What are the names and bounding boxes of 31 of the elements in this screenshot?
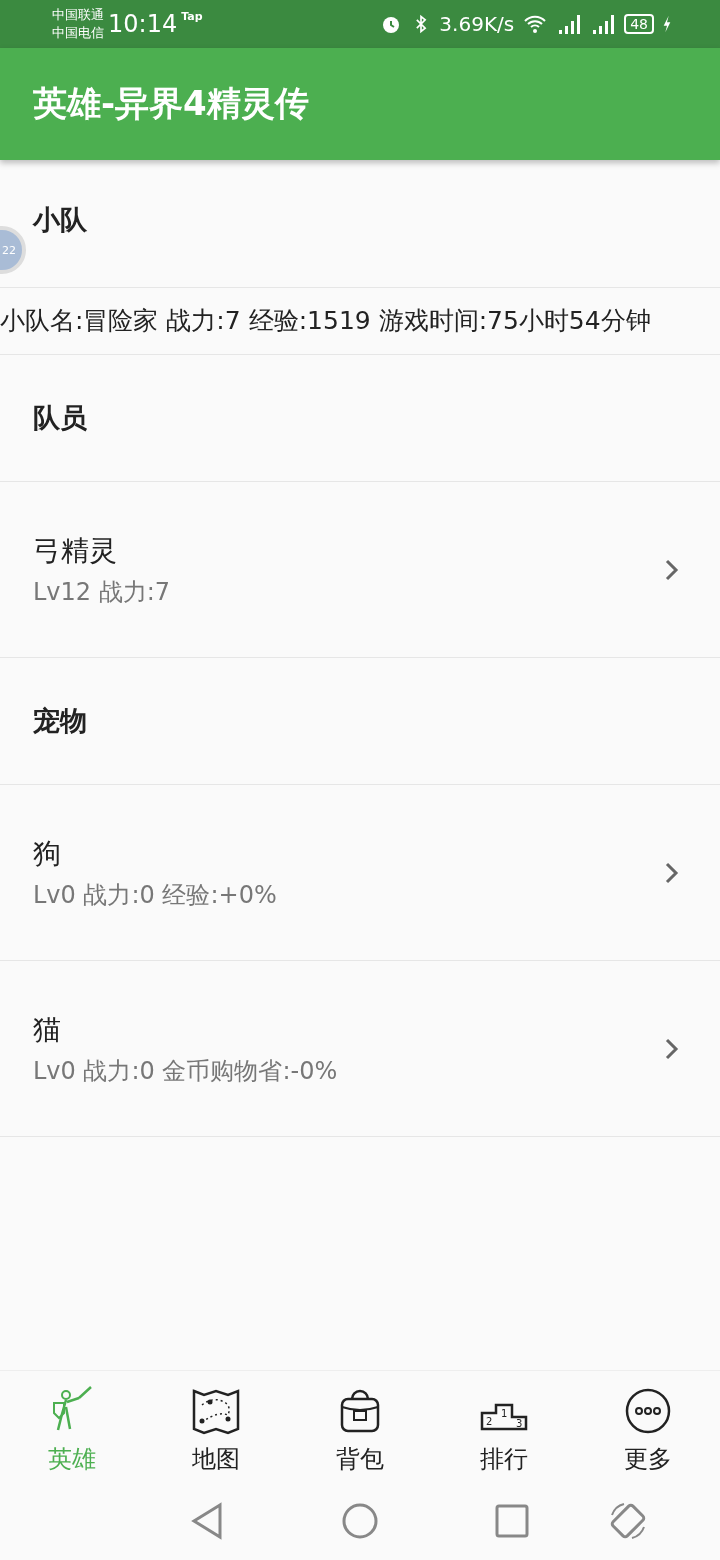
- nav-tab[interactable]: 2 1 3 排行: [432, 1371, 576, 1483]
- team-info: 小队名:冒险家 战力:7 经验:1519 游戏时间:75小时54分钟: [0, 305, 652, 337]
- clock-time: 10:14: [108, 10, 178, 38]
- nav-tab[interactable]: 背包: [288, 1371, 432, 1483]
- item-name: 弓精灵: [33, 532, 118, 569]
- nav-tab[interactable]: 更多: [576, 1371, 720, 1483]
- chevron-right-icon: [664, 860, 680, 885]
- rotate-icon[interactable]: [608, 1501, 648, 1541]
- signal-icon: [590, 12, 617, 36]
- item-detail: Lv0 战力:0 金币购物省:-0%: [33, 1055, 338, 1087]
- carrier-name: 中国联通: [52, 6, 104, 24]
- section-heading: 宠物: [33, 704, 87, 738]
- section-heading: 队员: [33, 401, 87, 435]
- list-item[interactable]: 狗 Lv0 战力:0 经验:+0%: [0, 785, 720, 961]
- battery-level: 48: [624, 14, 654, 34]
- section-heading: 小队: [33, 203, 87, 237]
- chevron-right-icon: [664, 1036, 680, 1061]
- carrier-name: 中国电信: [52, 24, 104, 42]
- list-item[interactable]: 弓精灵 Lv12 战力:7: [0, 482, 720, 658]
- network-speed: 3.69K/s: [439, 12, 515, 36]
- item-detail: Lv0 战力:0 经验:+0%: [33, 879, 277, 911]
- item-detail: Lv12 战力:7: [33, 576, 171, 608]
- signal-icon: [556, 12, 583, 36]
- nav-tab[interactable]: 地图: [144, 1371, 288, 1483]
- item-name: 猫: [33, 1011, 62, 1048]
- status-tag: Tap: [181, 10, 203, 23]
- app-title: 英雄-异界4精灵传: [33, 82, 309, 125]
- chevron-right-icon: [664, 557, 680, 582]
- home-icon[interactable]: [340, 1501, 380, 1541]
- item-name: 狗: [33, 835, 62, 872]
- list-item[interactable]: 猫 Lv0 战力:0 金币购物省:-0%: [0, 961, 720, 1137]
